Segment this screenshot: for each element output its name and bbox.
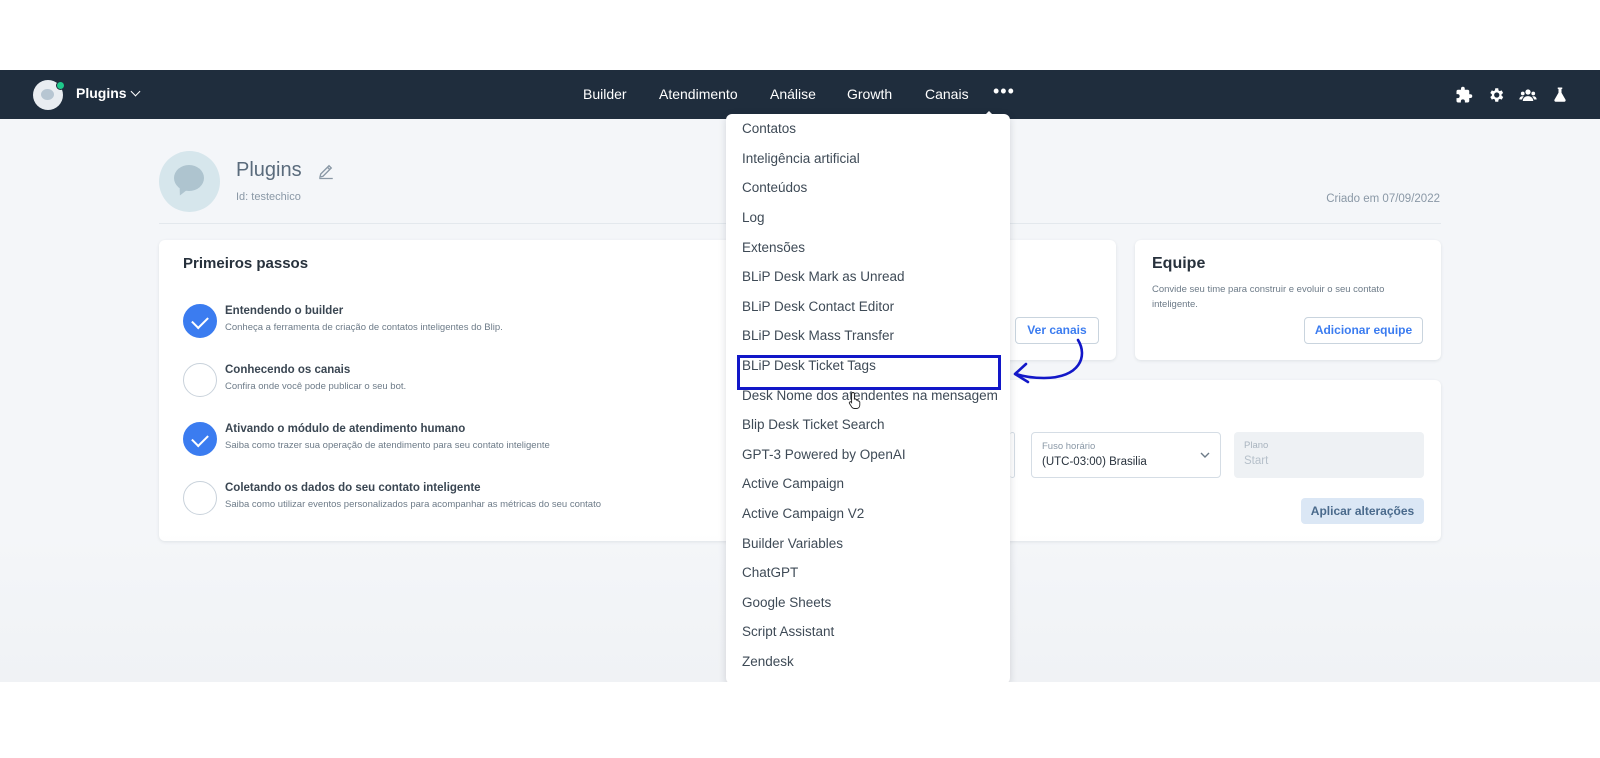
step-check-icon xyxy=(183,304,217,338)
add-team-button[interactable]: Adicionar equipe xyxy=(1304,317,1423,344)
first-steps-title: Primeiros passos xyxy=(183,255,309,272)
app-window: Plugins Builder Atendimento Análise Grow… xyxy=(0,70,1600,682)
team-description: Convide seu time para construir e evolui… xyxy=(1152,284,1385,310)
more-dropdown-menu: Contatos Inteligência artificial Conteúd… xyxy=(726,114,1010,682)
step-item[interactable]: Coletando os dados do seu contato inteli… xyxy=(183,481,803,521)
menu-item-mark-unread[interactable]: BLiP Desk Mark as Unread xyxy=(742,269,905,284)
bot-selector[interactable]: Plugins xyxy=(76,85,141,101)
edit-pencil-icon[interactable] xyxy=(317,162,335,180)
menu-item-extensoes[interactable]: Extensões xyxy=(742,240,805,255)
timezone-label: Fuso horário xyxy=(1042,441,1096,452)
step-pending-icon xyxy=(183,481,217,515)
nav-canais[interactable]: Canais xyxy=(925,86,969,102)
puzzle-icon[interactable] xyxy=(1455,86,1473,104)
hidden-field-edge xyxy=(1010,432,1015,478)
step-description: Conheça a ferramenta de criação de conta… xyxy=(225,322,503,333)
menu-item-active-campaign[interactable]: Active Campaign xyxy=(742,476,844,491)
step-title: Ativando o módulo de atendimento humano xyxy=(225,423,466,435)
online-status-indicator xyxy=(56,81,65,90)
menu-item-google-sheets[interactable]: Google Sheets xyxy=(742,595,831,610)
menu-item-attendant-names[interactable]: Desk Nome dos atendentes na mensagem xyxy=(742,388,998,403)
hand-cursor-icon xyxy=(848,392,861,409)
chevron-down-icon xyxy=(130,86,141,97)
timezone-select[interactable]: Fuso horário (UTC-03:00) Brasilia xyxy=(1031,432,1221,478)
menu-item-zendesk[interactable]: Zendesk xyxy=(742,654,794,669)
top-navigation-bar: Plugins Builder Atendimento Análise Grow… xyxy=(0,70,1600,119)
menu-item-mass-transfer[interactable]: BLiP Desk Mass Transfer xyxy=(742,328,894,343)
bot-selector-label: Plugins xyxy=(76,85,127,101)
step-title: Conhecendo os canais xyxy=(225,364,351,376)
bot-id: Id: testechico xyxy=(236,191,301,203)
step-description: Saiba como utilizar eventos personalizad… xyxy=(225,499,601,510)
step-item[interactable]: Conhecendo os canais Confira onde você p… xyxy=(183,363,803,403)
menu-item-ia[interactable]: Inteligência artificial xyxy=(742,151,860,166)
step-description: Confira onde você pode publicar o seu bo… xyxy=(225,381,407,392)
menu-item-gpt3[interactable]: GPT-3 Powered by OpenAI xyxy=(742,447,906,462)
step-item[interactable]: Entendendo o builder Conheça a ferrament… xyxy=(183,304,803,344)
bot-avatar xyxy=(159,151,220,212)
step-item[interactable]: Ativando o módulo de atendimento humano … xyxy=(183,422,803,462)
flask-icon[interactable] xyxy=(1551,86,1569,104)
menu-item-chatgpt[interactable]: ChatGPT xyxy=(742,565,798,580)
step-check-icon xyxy=(183,422,217,456)
menu-item-builder-variables[interactable]: Builder Variables xyxy=(742,536,843,551)
step-pending-icon xyxy=(183,363,217,397)
annotation-arrow-icon xyxy=(1013,338,1084,384)
gear-icon[interactable] xyxy=(1487,86,1505,104)
page-title: Plugins xyxy=(236,159,302,181)
menu-item-active-campaign-v2[interactable]: Active Campaign V2 xyxy=(742,506,864,521)
timezone-value: (UTC-03:00) Brasilia xyxy=(1042,456,1147,468)
step-title: Entendendo o builder xyxy=(225,305,344,317)
nav-atendimento[interactable]: Atendimento xyxy=(659,86,738,102)
step-description: Saiba como trazer sua operação de atendi… xyxy=(225,440,550,451)
step-title: Coletando os dados do seu contato inteli… xyxy=(225,482,481,494)
more-menu-icon[interactable]: ••• xyxy=(993,82,1015,100)
menu-item-ticket-tags[interactable]: BLiP Desk Ticket Tags xyxy=(742,358,876,373)
menu-item-conteudos[interactable]: Conteúdos xyxy=(742,180,807,195)
menu-item-contact-editor[interactable]: BLiP Desk Contact Editor xyxy=(742,299,894,314)
nav-builder[interactable]: Builder xyxy=(583,86,627,102)
team-title: Equipe xyxy=(1152,255,1206,272)
apply-changes-button[interactable]: Aplicar alterações xyxy=(1301,498,1424,524)
menu-item-ticket-search[interactable]: Blip Desk Ticket Search xyxy=(742,417,885,432)
plan-label: Plano xyxy=(1244,440,1269,451)
first-steps-card: Primeiros passos Entendendo o builder Co… xyxy=(159,240,744,541)
team-icon[interactable] xyxy=(1519,86,1537,104)
team-card: Equipe Convide seu time para construir e… xyxy=(1135,240,1441,360)
chevron-down-icon xyxy=(1200,452,1210,458)
nav-analise[interactable]: Análise xyxy=(770,86,816,102)
created-date: Criado em 07/09/2022 xyxy=(1326,193,1440,205)
menu-item-script-assistant[interactable]: Script Assistant xyxy=(742,624,834,639)
plan-value: Start xyxy=(1244,455,1269,467)
menu-item-log[interactable]: Log xyxy=(742,210,765,225)
nav-growth[interactable]: Growth xyxy=(847,86,892,102)
plan-field: Plano Start xyxy=(1234,432,1424,478)
menu-item-contatos[interactable]: Contatos xyxy=(742,121,796,136)
